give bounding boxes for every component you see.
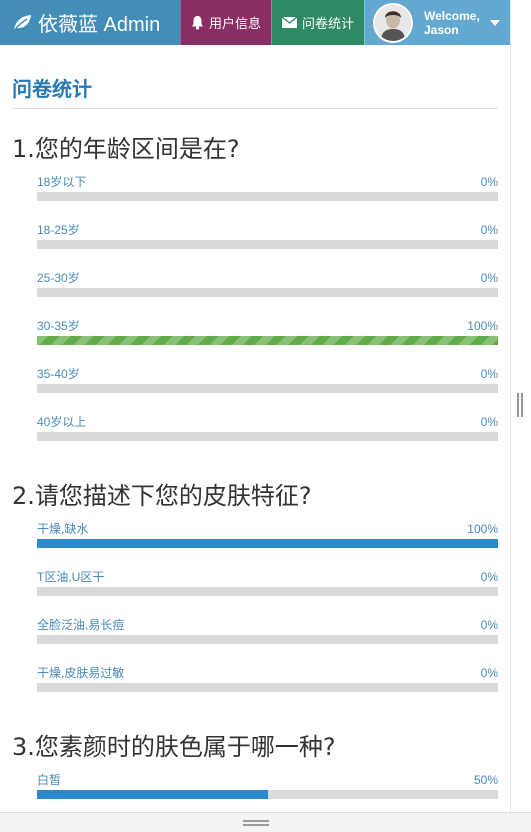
option-label: 全脸泛油,易长痘 xyxy=(37,618,125,632)
user-info-label: 用户信息 xyxy=(208,16,261,31)
option-label: 18岁以下 xyxy=(37,175,87,189)
progress-bar xyxy=(37,240,498,249)
user-name: Jason xyxy=(424,22,459,37)
user-info-button[interactable]: 用户信息 xyxy=(180,0,271,45)
progress-bar xyxy=(37,587,498,596)
progress-fill xyxy=(37,336,498,345)
progress-bar xyxy=(37,384,498,393)
option-label: 白皙 xyxy=(37,773,62,787)
option-label: 干燥,缺水 xyxy=(37,522,89,536)
option-percent: 0% xyxy=(480,223,498,237)
option-item: 30-35岁 100% xyxy=(37,318,498,366)
progress-bar xyxy=(37,288,498,297)
resize-grip-icon[interactable] xyxy=(517,393,525,417)
progress-fill xyxy=(37,790,268,799)
option-label: 40岁以上 xyxy=(37,415,87,429)
envelope-icon xyxy=(281,17,297,28)
option-label: 25-30岁 xyxy=(37,271,80,285)
leaf-icon xyxy=(12,14,32,32)
page-title: 问卷统计 xyxy=(12,73,498,109)
brand-text: 依薇蓝 Admin xyxy=(38,14,161,36)
option-item: 40岁以上 0% xyxy=(37,414,498,462)
progress-bar xyxy=(37,635,498,644)
progress-bar xyxy=(37,790,498,799)
welcome-line: Welcome, xyxy=(424,8,480,23)
option-item: 18-25岁 0% xyxy=(37,222,498,270)
progress-bar xyxy=(37,683,498,692)
option-percent: 0% xyxy=(480,175,498,189)
option-label: 30-35岁 xyxy=(37,319,80,333)
main-content: 问卷统计 1.您的年龄区间是在? 18岁以下 0% 18-25岁 0% 25-30岁… xyxy=(0,45,510,812)
option-label: 18-25岁 xyxy=(37,223,80,237)
option-item: T区油,U区干 0% xyxy=(37,569,498,617)
survey-stats-label: 问卷统计 xyxy=(301,16,354,31)
question-options: 白皙50% 粉嫩0% xyxy=(12,772,498,812)
option-percent: 100% xyxy=(467,522,498,536)
caret-down-icon[interactable] xyxy=(489,19,500,26)
option-label: 干燥,皮肤易过敏 xyxy=(37,666,125,680)
brand[interactable]: 依薇蓝 Admin xyxy=(0,0,180,45)
question-options: 18岁以下 0% 18-25岁 0% 25-30岁 0% 30-35岁 100% 35-… xyxy=(12,174,498,462)
option-percent: 0% xyxy=(480,271,498,285)
option-percent: 0% xyxy=(480,367,498,381)
resize-grip-icon[interactable] xyxy=(243,820,269,826)
avatar xyxy=(373,2,413,43)
option-item: 白皙 50% xyxy=(37,772,498,812)
option-percent: 50% xyxy=(473,773,498,787)
progress-bar xyxy=(37,192,498,201)
progress-fill xyxy=(37,539,498,548)
option-percent: 0% xyxy=(480,415,498,429)
survey-stats-button[interactable]: 问卷统计 xyxy=(271,0,364,45)
option-item: 干燥,缺水 100% xyxy=(37,521,498,569)
option-percent: 0% xyxy=(480,666,498,680)
progress-bar xyxy=(37,539,498,548)
question-options: 干燥,缺水 100% T区油,U区干 0% 全脸泛油,易长痘 0% 干燥,皮肤易过敏 0… xyxy=(12,521,498,713)
option-item: 35-40岁 0% xyxy=(37,366,498,414)
account-menu[interactable]: Welcome, Jason xyxy=(364,0,510,45)
progress-bar xyxy=(37,432,498,441)
option-label: 35-40岁 xyxy=(37,367,80,381)
option-percent: 0% xyxy=(480,618,498,632)
option-item: 干燥,皮肤易过敏 0% xyxy=(37,665,498,713)
question-title: 2.请您描述下您的皮肤特征? xyxy=(12,482,312,510)
option-label: T区油,U区干 xyxy=(37,570,105,584)
question-title: 1.您的年龄区间是在? xyxy=(12,135,240,163)
option-item: 25-30岁 0% xyxy=(37,270,498,318)
option-percent: 0% xyxy=(480,570,498,584)
bell-icon xyxy=(191,15,204,30)
welcome-text: Welcome, Jason xyxy=(424,9,480,37)
option-percent: 100% xyxy=(467,319,498,333)
progress-bar xyxy=(37,336,498,345)
option-item: 18岁以下 0% xyxy=(37,174,498,222)
option-item: 全脸泛油,易长痘 0% xyxy=(37,617,498,665)
question-title: 3.您素颜时的肤色属于哪一种? xyxy=(12,733,336,761)
top-navbar: 依薇蓝 Admin 用户信息 问卷统计 Welcome, Jason xyxy=(0,0,510,45)
vertical-scrollbar[interactable] xyxy=(510,0,531,812)
horizontal-scrollbar[interactable] xyxy=(0,812,531,832)
